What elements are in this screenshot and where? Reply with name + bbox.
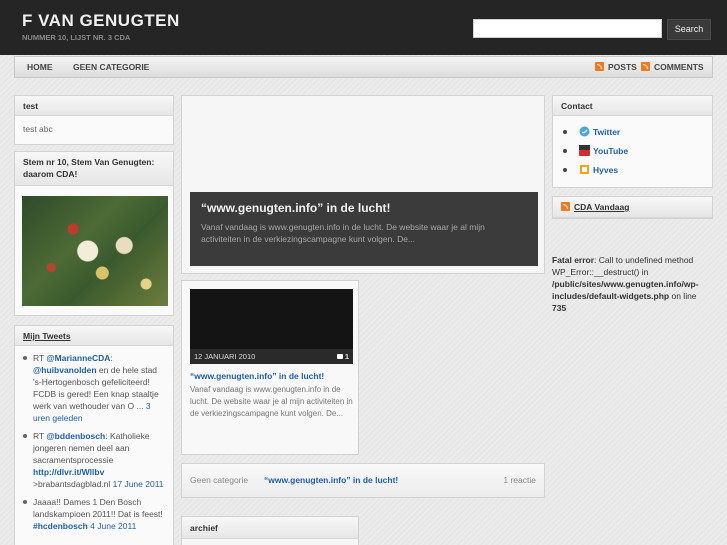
tweet-text: RT	[33, 353, 47, 363]
list-item: Jaaaa!! Dames 1 Den Bosch landskampioen …	[23, 496, 165, 532]
tweet-link[interactable]: http://dlvr.it/Wllbv	[33, 467, 104, 477]
site-header: F VAN GENUGTEN NUMMER 10, LIJST NR. 3 CD…	[0, 0, 727, 55]
post-thumbnail[interactable]: 12 JANUARI 2010 1	[190, 289, 353, 364]
rss-icon	[595, 62, 604, 71]
tweet-hashtag[interactable]: #hcdenbosch	[33, 521, 88, 531]
post-excerpt: Vanaf vandaag is www.genugten.info in de…	[190, 385, 353, 418]
widget-contact: Contact Twitter YouTube Hyves	[552, 95, 713, 188]
tweet-mention[interactable]: @bddenbosch	[46, 431, 105, 441]
contact-link[interactable]: Twitter	[593, 127, 620, 137]
search-button[interactable]: Search	[667, 19, 711, 40]
tweet-text: RT	[33, 431, 47, 441]
widget-archief: archief	[181, 516, 359, 545]
widget-title[interactable]: Mijn Tweets	[15, 326, 173, 346]
widget-text: test abc	[23, 124, 53, 134]
post-title[interactable]: “www.genugten.info” in de lucht!	[264, 464, 398, 497]
search-input[interactable]	[473, 19, 662, 38]
comment-bubble-icon	[336, 354, 343, 359]
nav-geen-categorie[interactable]: GEEN CATEGORIE	[73, 57, 149, 77]
featured-slider: “www.genugten.info” in de lucht! Vanaf v…	[181, 95, 545, 274]
post-title[interactable]: “www.genugten.info” in de lucht!	[190, 371, 324, 381]
php-error-message: Fatal error: Call to undefined method WP…	[552, 254, 712, 314]
error-text: on line	[669, 291, 697, 301]
widget-test: test test abc	[14, 95, 174, 145]
widget-title: Contact	[553, 96, 712, 116]
featured-post-excerpt: Vanaf vandaag is www.genugten.info in de…	[201, 222, 485, 244]
site-tagline: NUMMER 10, LIJST NR. 3 CDA	[22, 33, 131, 42]
widget-title: archief	[182, 517, 358, 539]
contact-twitter[interactable]: Twitter	[561, 124, 704, 143]
comment-count[interactable]: 1	[336, 349, 349, 364]
featured-post-title[interactable]: “www.genugten.info” in de lucht!	[201, 201, 391, 215]
error-label: Fatal error	[552, 255, 595, 265]
tweet-mention[interactable]: @huibvanolden	[33, 365, 97, 375]
posts-label: POSTS	[608, 62, 637, 72]
post-category[interactable]: Geen categorie	[190, 464, 248, 497]
nav-home[interactable]: HOME	[27, 57, 53, 77]
tweet-text: :	[110, 353, 113, 363]
tweet-text: >brabantsdagblad.nl	[33, 479, 113, 489]
rss-icon	[641, 62, 650, 71]
christmas-ornaments-photo	[22, 196, 168, 306]
nav-comments-feed[interactable]: COMMENTS	[641, 57, 704, 77]
comment-count-value: 1	[344, 352, 349, 361]
cda-vandaag-link[interactable]: CDA Vandaag	[574, 202, 629, 212]
post-meta: 12 JANUARI 2010 1	[190, 349, 353, 364]
tweet-time[interactable]: 4 June 2011	[90, 521, 136, 531]
nav-posts-feed[interactable]: POSTS	[595, 57, 637, 77]
contact-hyves[interactable]: Hyves	[561, 162, 704, 181]
list-item: RT @bddenbosch: Katholieke jongeren neme…	[23, 430, 165, 490]
widget-cda-vandaag: CDA Vandaag	[552, 196, 713, 219]
contact-list: Twitter YouTube Hyves	[553, 116, 712, 181]
tweet-list: RT @MarianneCDA: @huibvanolden en de hel…	[15, 346, 173, 532]
contact-link[interactable]: Hyves	[593, 165, 618, 175]
contact-link[interactable]: YouTube	[593, 146, 628, 156]
widget-title: test	[15, 96, 173, 116]
site-title[interactable]: F VAN GENUGTEN	[22, 11, 180, 31]
post-card: 12 JANUARI 2010 1 “www.genugten.info” in…	[181, 280, 359, 455]
widget-title: Stem nr 10, Stem Van Genugten: daarom CD…	[15, 152, 173, 186]
post-list-row: Geen categorie “www.genugten.info” in de…	[181, 463, 545, 498]
post-reactions[interactable]: 1 reactie	[503, 464, 536, 497]
main-nav: HOME GEEN CATEGORIE POSTS COMMENTS	[14, 56, 713, 78]
hyves-icon	[579, 164, 590, 180]
tweet-time[interactable]: 17 June 2011	[113, 479, 164, 489]
widget-mijn-tweets: Mijn Tweets RT @MarianneCDA: @huibvanold…	[14, 325, 174, 545]
rss-icon	[561, 202, 570, 211]
list-item: RT @MarianneCDA: @huibvanolden en de hel…	[23, 352, 165, 424]
featured-caption: “www.genugten.info” in de lucht! Vanaf v…	[190, 192, 538, 266]
widget-title[interactable]: CDA Vandaag	[553, 197, 712, 218]
twitter-icon	[579, 126, 590, 142]
tweet-mention[interactable]: @MarianneCDA	[46, 353, 110, 363]
youtube-icon	[579, 145, 590, 161]
tweet-text: Jaaaa!! Dames 1 Den Bosch landskampioen …	[33, 497, 163, 519]
contact-youtube[interactable]: YouTube	[561, 143, 704, 162]
comments-label: COMMENTS	[654, 62, 704, 72]
error-line: 735	[552, 303, 567, 313]
post-date: 12 JANUARI 2010	[194, 352, 256, 361]
